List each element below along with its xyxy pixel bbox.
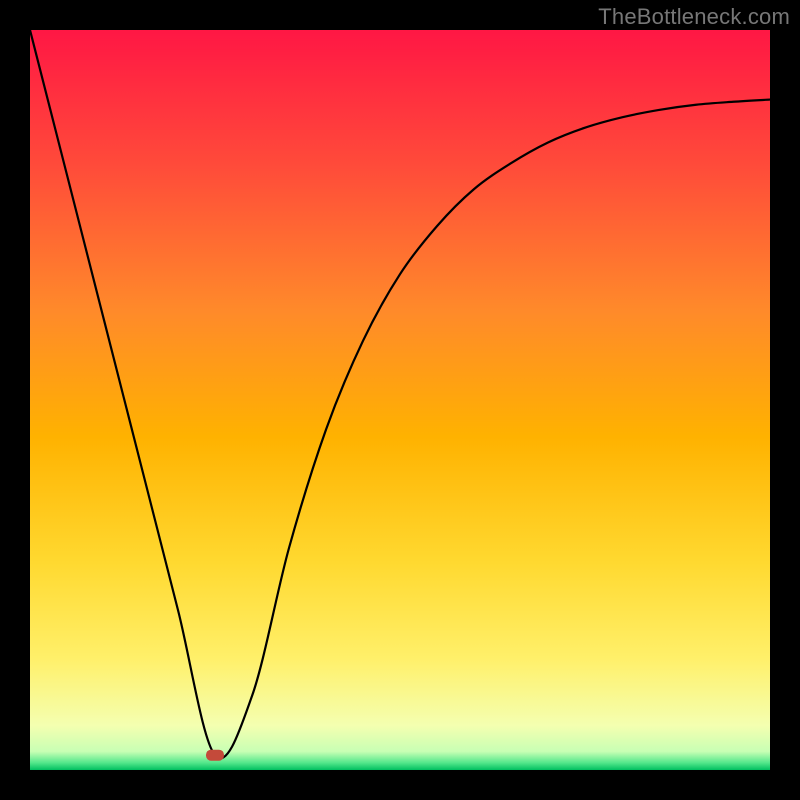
gradient-background [30,30,770,770]
optimal-marker [206,750,224,761]
watermark-text: TheBottleneck.com [598,4,790,30]
chart-frame: TheBottleneck.com [0,0,800,800]
plot-area [30,30,770,770]
plot-svg [30,30,770,770]
